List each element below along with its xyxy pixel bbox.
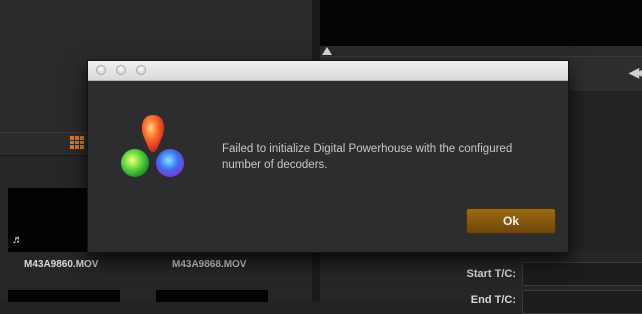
zoom-window-button[interactable] — [136, 65, 146, 75]
end-tc-field[interactable] — [522, 290, 642, 314]
rewind-icon[interactable]: ◀◀ — [628, 64, 642, 81]
clip-thumbnail[interactable] — [8, 290, 120, 302]
error-message-line: Failed to initialize Digital Powerhouse … — [222, 143, 513, 155]
ok-button[interactable]: Ok — [466, 208, 556, 234]
dialog-titlebar[interactable] — [88, 61, 568, 81]
start-tc-field[interactable] — [522, 262, 642, 286]
scrub-bar[interactable] — [320, 46, 642, 56]
clip-name: M43A9868.MOV — [172, 259, 247, 270]
clip-name: M43A9860.MOV — [24, 259, 99, 270]
close-window-button[interactable] — [96, 65, 106, 75]
music-note-icon: ♬ — [12, 234, 23, 246]
error-message: Failed to initialize Digital Powerhouse … — [222, 141, 552, 173]
clip-thumbnail[interactable] — [156, 290, 268, 302]
davinci-resolve-logo-icon — [121, 115, 184, 177]
end-tc-label: End T/C: — [470, 294, 516, 306]
start-tc-label: Start T/C: — [466, 268, 517, 280]
error-dialog: Failed to initialize Digital Powerhouse … — [87, 60, 569, 253]
playhead-marker[interactable] — [322, 47, 332, 55]
grid-view-icon[interactable] — [70, 136, 84, 149]
minimize-window-button[interactable] — [116, 65, 126, 75]
error-message-line: number of decoders. — [222, 159, 328, 171]
timeline-viewer[interactable] — [320, 0, 642, 46]
